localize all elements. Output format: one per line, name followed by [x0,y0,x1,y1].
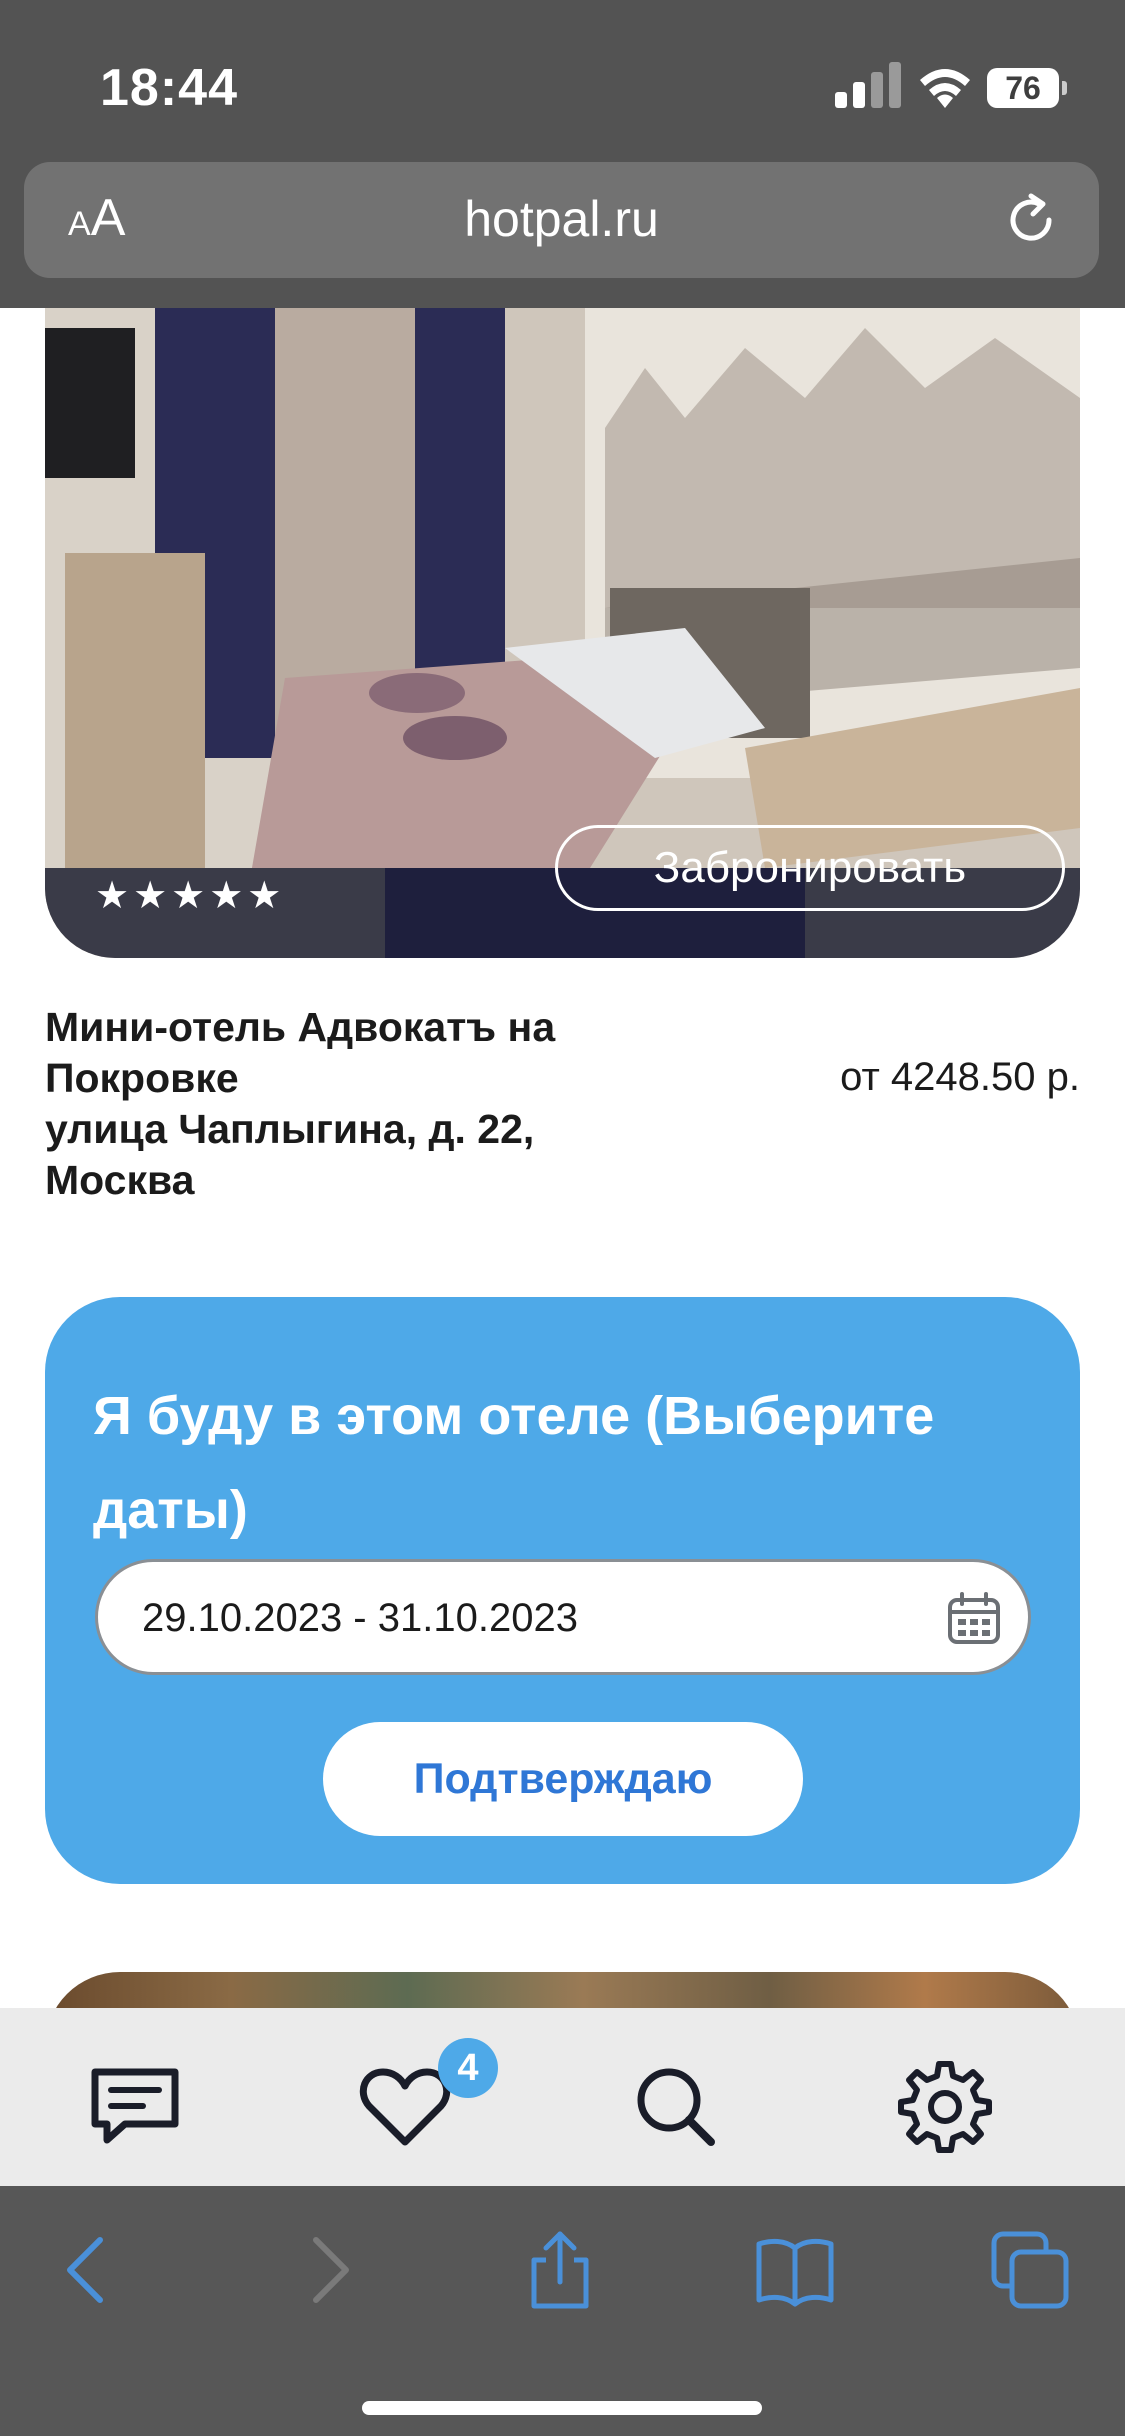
date-range-value: 29.10.2023 - 31.10.2023 [142,1596,578,1640]
tabs-button[interactable] [990,2230,1070,2310]
hotel-stars: ★★★★★ [95,875,286,917]
nav-settings[interactable] [895,2056,995,2156]
status-time: 18:44 [100,59,238,117]
confirm-button[interactable]: Подтверждаю [323,1722,803,1836]
booking-card: Я буду в этом отеле (Выберите даты) 29.1… [45,1297,1080,1884]
bookmarks-icon [756,2238,834,2307]
hotel-address: улица Чаплыгина, д. 22, Москва [45,1106,535,1203]
back-icon [67,2237,103,2303]
nav-messages[interactable] [85,2056,185,2156]
app-bottom-nav: 4 [0,2008,1125,2186]
browser-top-chrome: 18:44 76 AA hotpal.ru [0,0,1125,308]
hotel-photo[interactable]: ★★★★★ Забронировать [45,308,1080,958]
tabs-icon [991,2231,1069,2309]
date-range-input[interactable]: 29.10.2023 - 31.10.2023 [95,1559,1031,1675]
favorites-badge: 4 [438,2038,498,2098]
hotel-price: от 4248.50 р. [840,1055,1080,1099]
settings-icon [898,2061,992,2153]
search-icon [637,2068,715,2146]
calendar-icon[interactable] [946,1590,1002,1646]
reload-icon[interactable] [1001,190,1061,250]
messages-icon [91,2068,179,2144]
hotel-name[interactable]: Мини-отель Адвокатъ на Покровке [45,1002,605,1104]
back-button[interactable] [48,2230,128,2310]
battery-icon: 76 [987,68,1067,108]
book-button[interactable]: Забронировать [555,825,1065,911]
booking-title: Я буду в этом отеле (Выберите даты) [93,1386,935,1540]
status-icons: 76 [835,62,1067,112]
forward-icon [313,2237,349,2303]
share-icon [531,2231,589,2309]
url-text[interactable]: hotpal.ru [24,190,1099,248]
nav-search[interactable] [625,2056,725,2156]
cellular-signal-icon [835,62,901,108]
share-button[interactable] [520,2230,600,2310]
bookmarks-button[interactable] [755,2230,835,2310]
browser-bottom-toolbar [0,2186,1125,2436]
url-bar[interactable]: AA hotpal.ru [24,162,1099,278]
home-indicator [362,2401,762,2415]
wifi-icon [920,69,970,108]
forward-button[interactable] [288,2230,368,2310]
